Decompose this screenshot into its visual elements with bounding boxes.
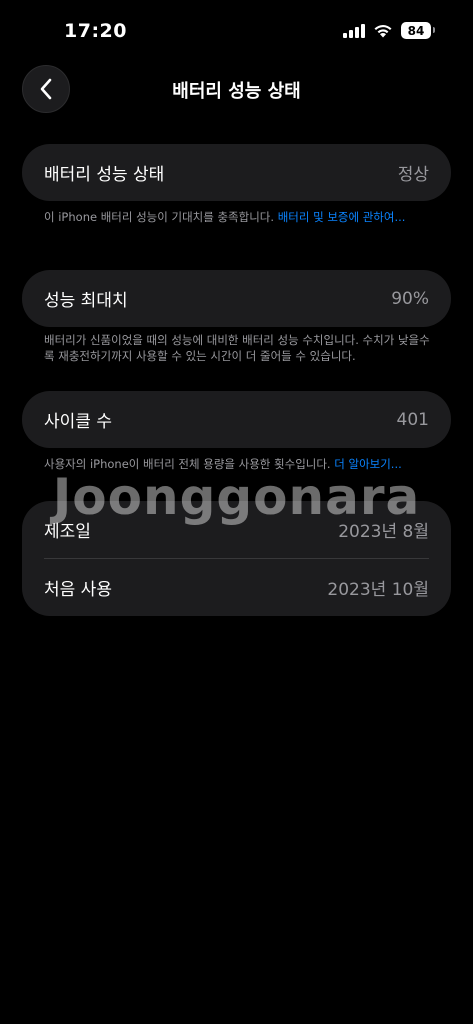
cycle-count-note: 사용자의 iPhone이 배터리 전체 용량을 사용한 횟수입니다. 더 알아보…: [44, 456, 434, 472]
battery-health-note-text: 이 iPhone 배터리 성능이 기대치를 충족합니다.: [44, 210, 278, 224]
battery-warranty-link[interactable]: 배터리 및 보증에 관하여...: [278, 210, 406, 224]
battery-icon: 84: [401, 22, 435, 39]
cycle-count-card: 사이클 수 401: [22, 391, 451, 448]
battery-health-screen: 17:20 84 배터리 성능 상태 배터리 성능 상태 정상 이 iPhone…: [0, 0, 473, 1024]
status-bar: 17:20 84: [0, 0, 473, 62]
status-icons: 84: [343, 22, 435, 39]
learn-more-link[interactable]: 더 알아보기...: [334, 457, 402, 471]
wifi-icon: [374, 25, 392, 38]
max-capacity-label: 성능 최대치: [44, 291, 128, 311]
cycle-count-note-text: 사용자의 iPhone이 배터리 전체 용량을 사용한 횟수입니다.: [44, 457, 335, 471]
battery-health-card: 배터리 성능 상태 정상: [22, 144, 451, 201]
cellular-signal-icon: [343, 23, 365, 38]
max-capacity-row: 성능 최대치 90%: [22, 270, 451, 327]
dates-card: 제조일 2023년 8월 처음 사용 2023년 10월: [22, 501, 451, 616]
manufacture-date-label: 제조일: [44, 522, 91, 542]
page-title: 배터리 성능 상태: [172, 81, 301, 102]
manufacture-date-row: 제조일 2023년 8월: [22, 501, 451, 558]
max-capacity-note-text: 배터리가 신품이었을 때의 성능에 대비한 배터리 성능 수치입니다. 수치가 …: [44, 333, 430, 363]
first-use-label: 처음 사용: [44, 580, 112, 600]
cycle-count-value: 401: [396, 409, 429, 430]
first-use-row: 처음 사용 2023년 10월: [22, 559, 451, 616]
battery-health-value: 정상: [397, 165, 429, 185]
max-capacity-card: 성능 최대치 90%: [22, 270, 451, 327]
battery-health-note: 이 iPhone 배터리 성능이 기대치를 충족합니다. 배터리 및 보증에 관…: [44, 209, 434, 225]
cycle-count-label: 사이클 수: [44, 412, 112, 432]
battery-health-label: 배터리 성능 상태: [44, 165, 165, 185]
status-time: 17:20: [64, 20, 127, 42]
battery-health-row: 배터리 성능 상태 정상: [22, 144, 451, 201]
first-use-value: 2023년 10월: [327, 580, 429, 600]
max-capacity-value: 90%: [391, 288, 429, 309]
manufacture-date-value: 2023년 8월: [338, 522, 429, 542]
max-capacity-note: 배터리가 신품이었을 때의 성능에 대비한 배터리 성능 수치입니다. 수치가 …: [44, 332, 434, 364]
cycle-count-row: 사이클 수 401: [22, 391, 451, 448]
battery-level: 84: [407, 23, 425, 38]
